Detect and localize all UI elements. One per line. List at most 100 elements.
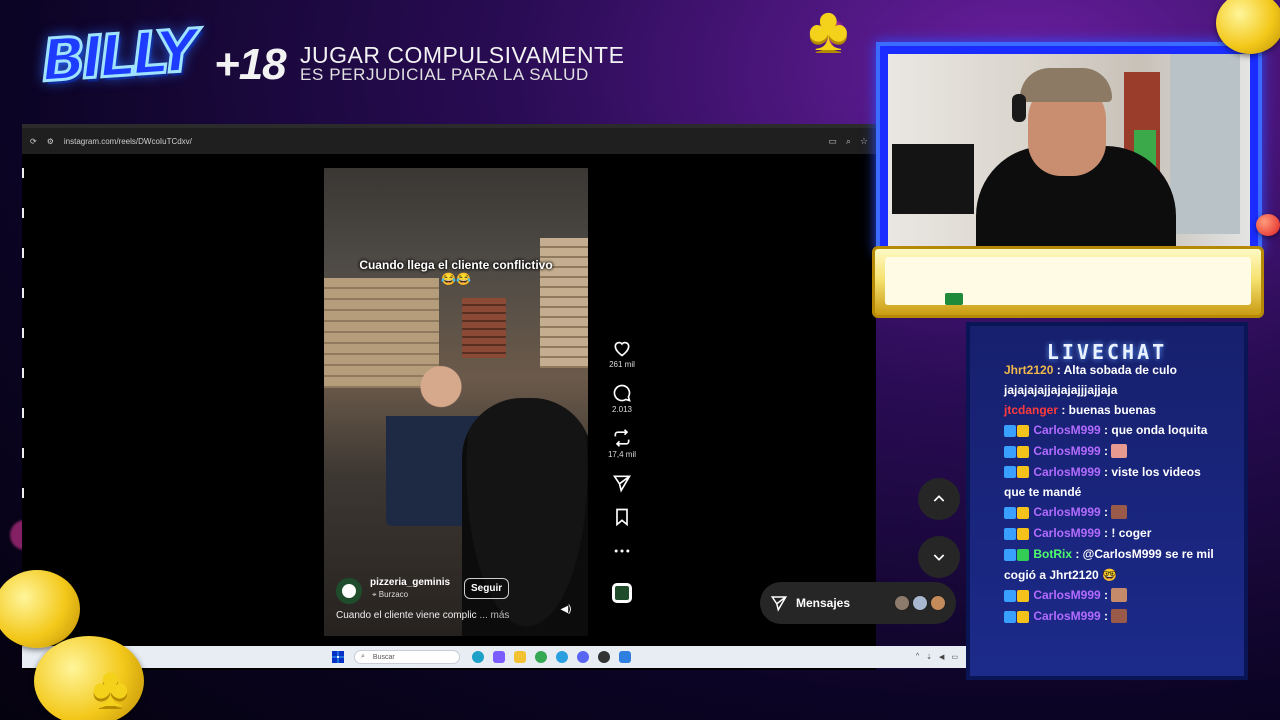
taskbar-apps bbox=[472, 651, 631, 663]
battery-icon[interactable]: ▭ bbox=[951, 653, 958, 661]
bookmark-star-icon[interactable]: ☆ bbox=[860, 136, 868, 147]
chat-message: Jhrt2120 : Alta sobada de culo jajajajaj… bbox=[1004, 360, 1214, 400]
badge-icon bbox=[1004, 507, 1016, 520]
share-action[interactable] bbox=[612, 473, 632, 493]
chat-username[interactable]: CarlosM999 bbox=[1030, 609, 1100, 623]
chat-text: : bbox=[1100, 608, 1112, 623]
site-settings-icon[interactable]: ⚙ bbox=[47, 137, 54, 146]
chat-messages: Jhrt2120 : Alta sobada de culo jajajajaj… bbox=[1004, 360, 1214, 627]
instagram-sidebar bbox=[22, 168, 26, 548]
video-person bbox=[462, 398, 588, 636]
chat-message: CarlosM999 : ! coger bbox=[1004, 523, 1214, 544]
edge-icon[interactable] bbox=[472, 651, 484, 663]
webcam-frame bbox=[876, 42, 1262, 254]
badge-icon bbox=[1004, 548, 1016, 561]
chat-username[interactable]: CarlosM999 bbox=[1030, 588, 1100, 602]
badge-icon bbox=[1004, 610, 1016, 623]
chat-text: : bbox=[1100, 443, 1112, 458]
sidebar-home-icon[interactable] bbox=[22, 168, 24, 178]
webcam-door bbox=[1170, 54, 1240, 234]
address-bar: ⟳ ⚙ instagram.com/reels/DWcoIuTCdxv/ ▭ ⌕… bbox=[22, 128, 876, 154]
chat-username[interactable]: CarlosM999 bbox=[1030, 505, 1100, 519]
url-field[interactable]: instagram.com/reels/DWcoIuTCdxv/ bbox=[64, 137, 818, 146]
user-badges bbox=[1004, 545, 1030, 565]
chevron-up-icon[interactable]: ^ bbox=[916, 653, 919, 661]
sidebar-profile-icon[interactable] bbox=[22, 448, 24, 458]
like-action[interactable]: 261 mil bbox=[609, 338, 635, 369]
comment-action[interactable]: 2.013 bbox=[612, 383, 632, 414]
send-icon bbox=[612, 475, 631, 493]
chat-username[interactable]: CarlosM999 bbox=[1030, 465, 1100, 479]
badge-icon bbox=[1017, 507, 1029, 520]
sidebar-search-icon[interactable] bbox=[22, 208, 24, 218]
zoom-icon[interactable]: ⌕ bbox=[846, 136, 851, 147]
chat-username[interactable]: jtcdanger bbox=[1004, 403, 1058, 417]
location-label: ⌖ Burzaco bbox=[372, 590, 408, 600]
reel-video[interactable]: Cuando llega el cliente conflictivo 😂😂 p… bbox=[324, 168, 588, 636]
chat-emote-icon bbox=[1111, 608, 1128, 623]
location-pin-icon: ⌖ bbox=[372, 590, 377, 599]
banner-icon bbox=[945, 293, 963, 305]
more-options-action[interactable] bbox=[612, 541, 632, 561]
discord-icon[interactable] bbox=[577, 651, 589, 663]
repost-action[interactable]: 17,4 mil bbox=[608, 428, 636, 459]
heart-icon bbox=[614, 341, 630, 357]
chat-username[interactable]: CarlosM999 bbox=[1030, 444, 1100, 458]
chat-text: : buenas buenas bbox=[1058, 403, 1157, 417]
badge-icon bbox=[1017, 424, 1029, 437]
chat-message: CarlosM999 : bbox=[1004, 502, 1214, 523]
next-reel-button[interactable] bbox=[918, 536, 960, 578]
comment-icon bbox=[613, 384, 631, 402]
messages-label: Mensajes bbox=[796, 596, 851, 610]
author-avatar[interactable] bbox=[336, 578, 362, 604]
gold-banner bbox=[872, 246, 1264, 318]
user-badges bbox=[1004, 421, 1030, 441]
chat-username[interactable]: Jhrt2120 bbox=[1004, 363, 1053, 377]
volume-icon[interactable]: ◀ bbox=[939, 653, 944, 661]
windows-start-icon[interactable] bbox=[332, 651, 344, 663]
badge-icon bbox=[1017, 466, 1029, 479]
badge-icon bbox=[1017, 548, 1029, 561]
chat-username[interactable]: CarlosM999 bbox=[1030, 526, 1100, 540]
chat-text: : ! coger bbox=[1100, 526, 1152, 541]
browser-window: ⟳ ⚙ instagram.com/reels/DWcoIuTCdxv/ ▭ ⌕… bbox=[22, 124, 960, 670]
repost-icon bbox=[614, 429, 630, 447]
reload-icon[interactable]: ⟳ bbox=[30, 137, 37, 146]
follow-button[interactable]: Seguir bbox=[464, 578, 510, 599]
sidebar-explore-icon[interactable] bbox=[22, 248, 24, 258]
obs-icon[interactable] bbox=[598, 651, 610, 663]
telegram-icon[interactable] bbox=[556, 651, 568, 663]
mute-icon[interactable]: ◀) bbox=[558, 604, 574, 620]
chat-username[interactable]: CarlosM999 bbox=[1030, 423, 1100, 437]
chat-message: CarlosM999 : viste los videos que te man… bbox=[1004, 462, 1214, 503]
chrome-icon[interactable] bbox=[535, 651, 547, 663]
age-restriction-badge: +18 bbox=[214, 40, 287, 89]
sidebar-messages-icon[interactable] bbox=[22, 328, 24, 338]
sidebar-notifications-icon[interactable] bbox=[22, 368, 24, 378]
previous-reel-button[interactable] bbox=[918, 478, 960, 520]
badge-icon bbox=[1004, 445, 1016, 458]
messages-button[interactable]: Mensajes bbox=[760, 582, 956, 624]
sidebar-more-icon[interactable] bbox=[22, 488, 24, 498]
more-link[interactable]: ... más bbox=[479, 610, 509, 621]
sidebar-reels-icon[interactable] bbox=[22, 288, 24, 298]
author-name[interactable]: pizzeria_geminis bbox=[370, 577, 450, 588]
file-explorer-icon[interactable] bbox=[514, 651, 526, 663]
cast-icon[interactable]: ▭ bbox=[828, 136, 837, 147]
system-tray: ^ ⇣ ◀ ▭ bbox=[916, 653, 958, 661]
chat-text: : bbox=[1100, 587, 1112, 602]
network-icon[interactable]: ⇣ bbox=[926, 653, 932, 661]
reel-caption-emoji: 😂😂 bbox=[441, 272, 471, 286]
headset bbox=[1012, 94, 1026, 122]
reel-description: Cuando el cliente viene complic ... más bbox=[336, 610, 509, 621]
taskbar-search[interactable]: ⌕ Buscar bbox=[354, 650, 460, 664]
chat-username[interactable]: BotRix bbox=[1030, 547, 1072, 561]
notepad-icon[interactable] bbox=[619, 651, 631, 663]
user-badges bbox=[1004, 462, 1030, 482]
save-action[interactable] bbox=[612, 507, 632, 527]
badge-icon bbox=[1004, 424, 1016, 437]
brick-oven bbox=[462, 298, 506, 358]
sidebar-create-icon[interactable] bbox=[22, 408, 24, 418]
copilot-icon[interactable] bbox=[493, 651, 505, 663]
audio-thumbnail[interactable] bbox=[612, 583, 632, 603]
